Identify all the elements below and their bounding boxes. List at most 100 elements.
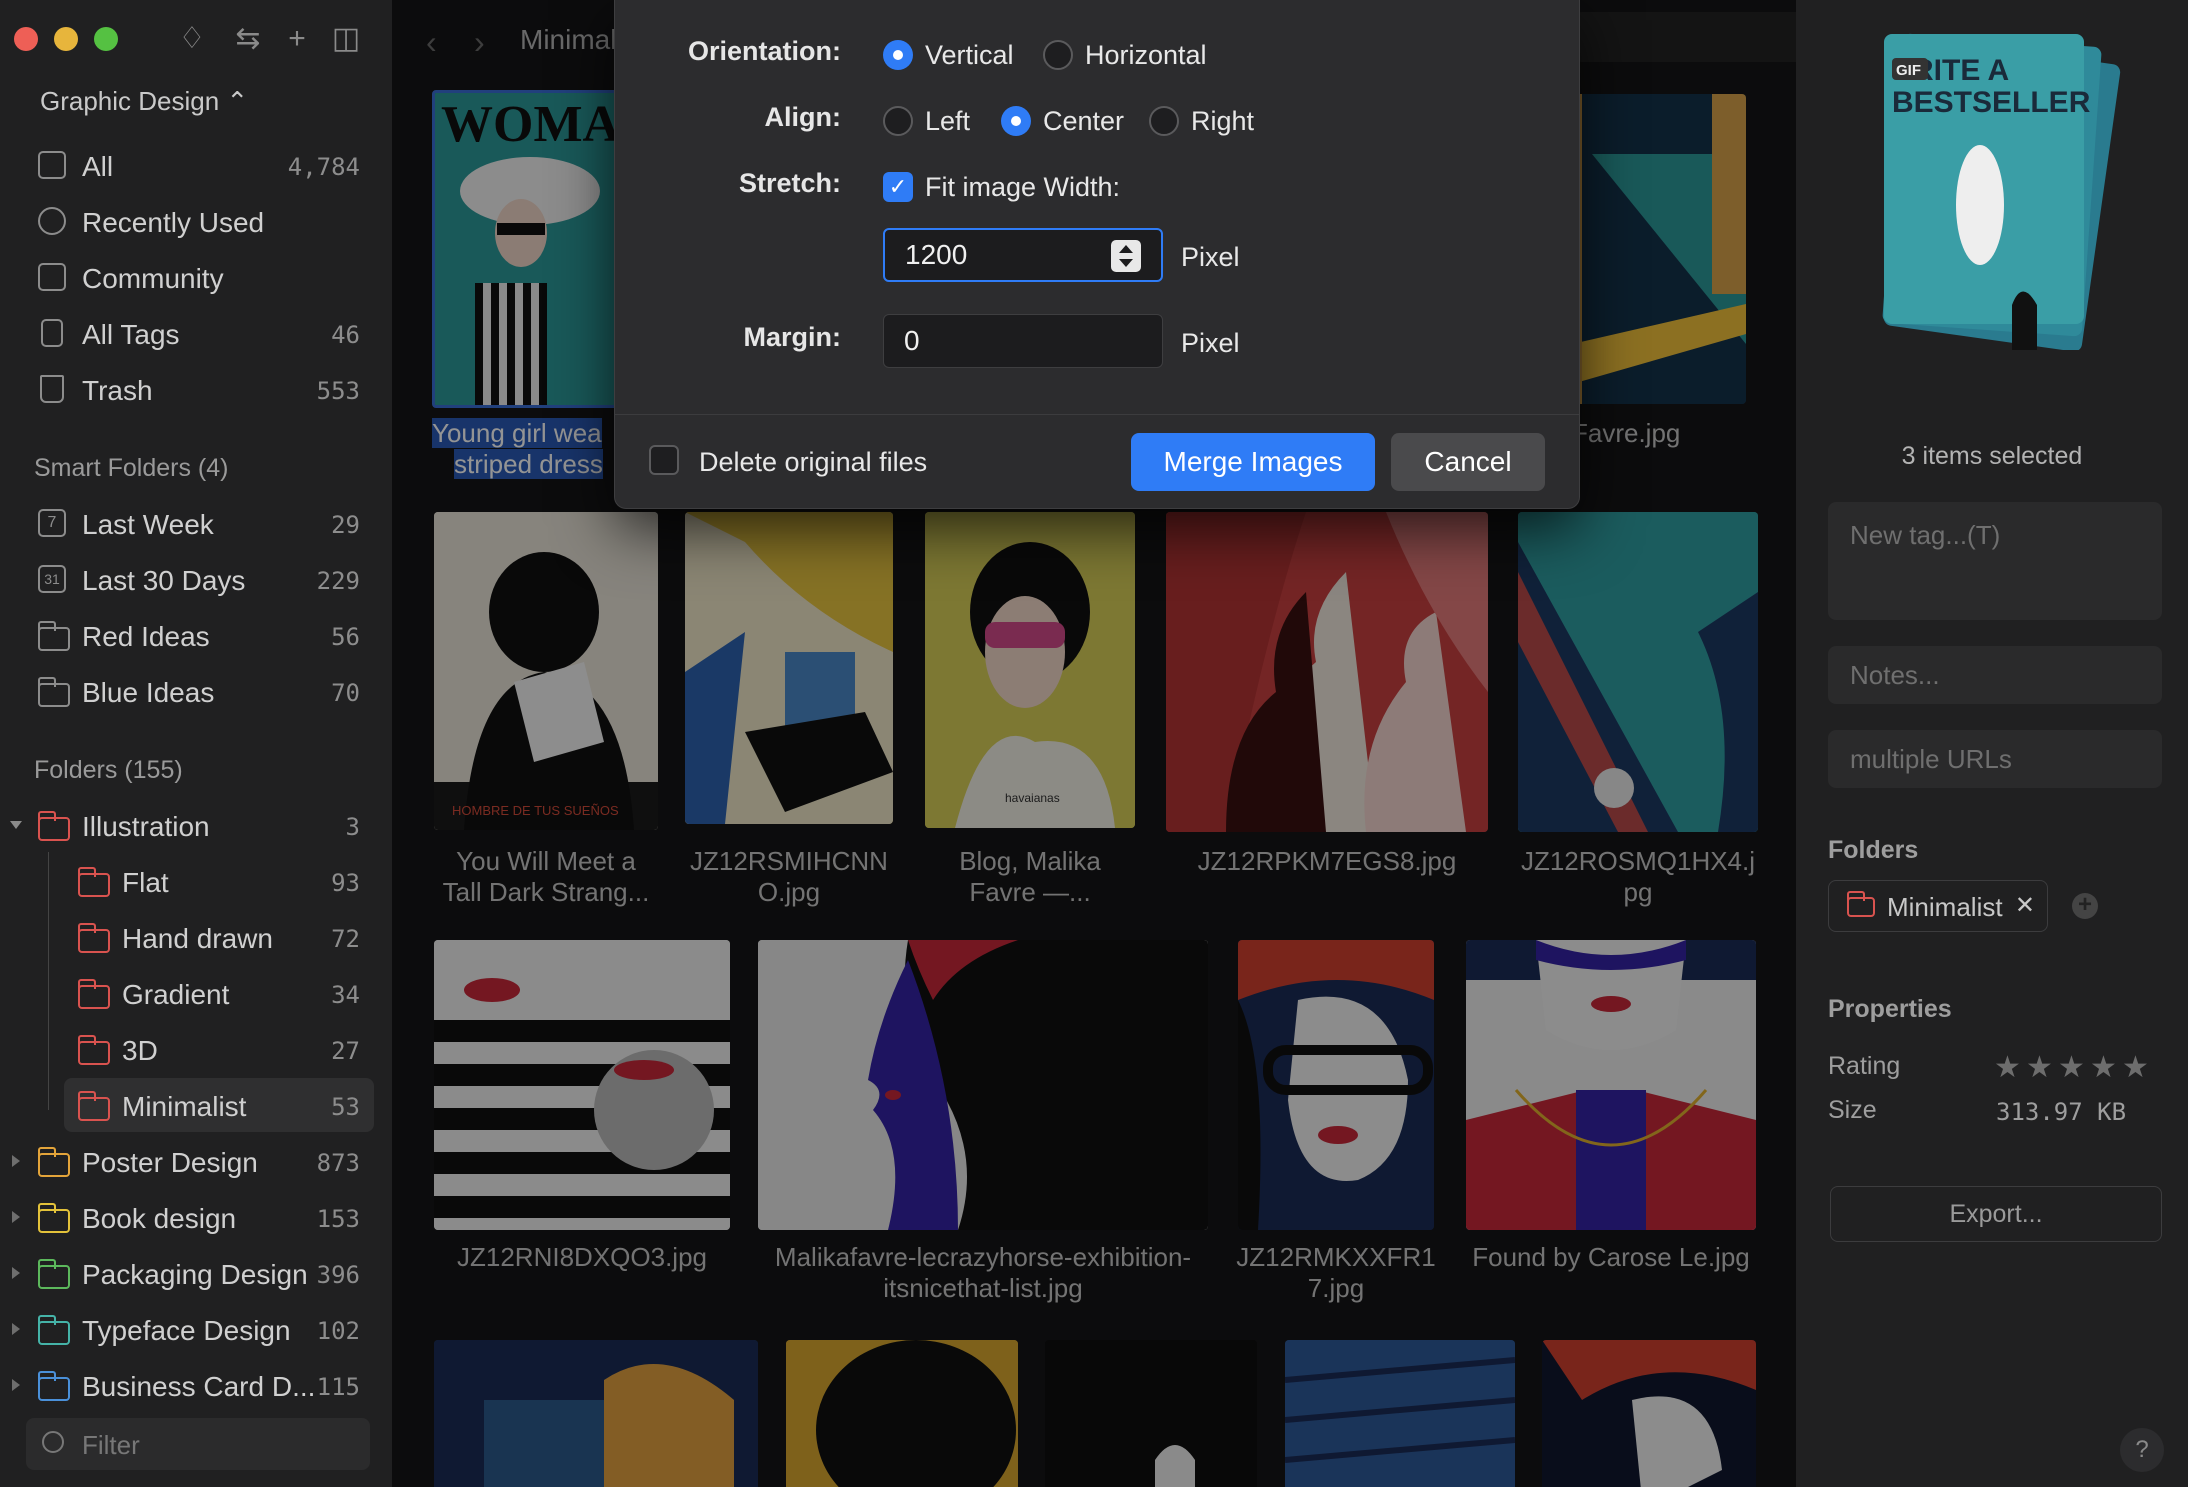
sidebar-item-all-tags[interactable]: All Tags 46 — [0, 307, 380, 359]
minimize-window-button[interactable] — [54, 27, 78, 51]
folder-book-design[interactable]: Book design 153 — [0, 1191, 380, 1243]
thumbnail-jz12rni8dxqo3[interactable] — [434, 940, 730, 1230]
folder-business-card-design[interactable]: Business Card D... 115 — [0, 1359, 380, 1411]
chevron-right-icon[interactable] — [12, 1323, 20, 1335]
smart-folder-icon — [38, 677, 70, 707]
orientation-horizontal-label[interactable]: Horizontal — [1085, 40, 1207, 71]
folder-gradient[interactable]: Gradient 34 — [0, 967, 380, 1019]
poster-art: HOMBRE DE TUS SUEÑOS — [434, 512, 658, 830]
thumbnail-jz12rsmihcnno[interactable] — [685, 512, 893, 824]
remove-folder-icon[interactable]: ✕ — [2015, 891, 2035, 920]
caption-line: Young girl wea — [432, 418, 602, 448]
add-icon[interactable]: + — [280, 22, 314, 56]
sidebar-item-trash[interactable]: Trash 553 — [0, 363, 380, 415]
thumbnail-you-will-meet[interactable]: HOMBRE DE TUS SUEÑOS — [434, 512, 658, 830]
orientation-vertical-label[interactable]: Vertical — [925, 40, 1014, 71]
thumbnail-row3-5[interactable] — [1542, 1340, 1756, 1487]
fit-width-checkbox[interactable]: ✓ — [883, 172, 913, 202]
caption-line: itsnicethat-list.jpg — [883, 1273, 1083, 1303]
thumbnail-row3-4[interactable] — [1285, 1340, 1515, 1487]
smart-folder-last-week[interactable]: 7 Last Week 29 — [0, 497, 380, 549]
tag-input[interactable]: New tag...(T) — [1828, 502, 2162, 620]
delete-originals-label[interactable]: Delete original files — [699, 447, 927, 478]
thumbnail-jz12rosmq1hx4[interactable] — [1518, 512, 1758, 832]
folder-poster-design[interactable]: Poster Design 873 — [0, 1135, 380, 1187]
margin-input[interactable]: 0 — [883, 314, 1163, 368]
chevron-right-icon[interactable] — [12, 1379, 20, 1391]
thumbnail-caption: JZ12RPKM7EGS8.jpg — [1166, 846, 1488, 877]
thumbnail-found-by-carose[interactable] — [1466, 940, 1756, 1230]
align-right-radio[interactable] — [1149, 106, 1179, 136]
sidebar-item-count: 553 — [316, 377, 360, 405]
folder-minimalist[interactable]: Minimalist 53 — [0, 1079, 380, 1131]
fit-width-label[interactable]: Fit image Width: — [925, 172, 1120, 203]
size-label: Size — [1828, 1096, 1877, 1124]
folder-typeface-design[interactable]: Typeface Design 102 — [0, 1303, 380, 1355]
thumbnail-row3-3[interactable] — [1045, 1340, 1257, 1487]
thumbnail-caption: JZ12ROSMQ1HX4.j pg — [1514, 846, 1762, 908]
sidebar-toggle-icon[interactable]: ◫ — [329, 22, 363, 56]
sidebar: ♢ ⇆ + ◫ Graphic Design ⌃ All 4,784 Recen… — [0, 0, 392, 1487]
poster-art — [1572, 94, 1746, 404]
filter-input[interactable]: Filter — [26, 1418, 370, 1470]
star-icon[interactable]: ★ — [2090, 1050, 2117, 1085]
add-folder-icon[interactable]: + — [2072, 893, 2098, 919]
export-button[interactable]: Export... — [1830, 1186, 2162, 1242]
folder-flat[interactable]: Flat 93 — [0, 855, 380, 907]
cancel-button[interactable]: Cancel — [1391, 433, 1545, 491]
search-input[interactable] — [1574, 12, 1796, 62]
forward-icon[interactable]: › — [474, 24, 485, 61]
star-icon[interactable]: ★ — [2122, 1050, 2149, 1085]
folder-3d[interactable]: 3D 27 — [0, 1023, 380, 1075]
zoom-window-button[interactable] — [94, 27, 118, 51]
poster-logo-text: havaianas — [1005, 791, 1060, 805]
align-center-radio[interactable] — [1001, 106, 1031, 136]
smart-folders-header[interactable]: Smart Folders (4) — [34, 454, 228, 483]
library-switcher[interactable]: Graphic Design ⌃ — [40, 86, 248, 117]
chevron-down-icon[interactable] — [10, 821, 22, 829]
folder-chip[interactable]: Minimalist ✕ — [1828, 880, 2048, 932]
align-left-radio[interactable] — [883, 106, 913, 136]
url-input[interactable]: multiple URLs — [1828, 730, 2162, 788]
breadcrumb[interactable]: Minimal — [520, 24, 616, 56]
sidebar-item-recently-used[interactable]: Recently Used — [0, 195, 380, 247]
folder-hand-drawn[interactable]: Hand drawn 72 — [0, 911, 380, 963]
orientation-horizontal-radio[interactable] — [1043, 40, 1073, 70]
align-left-label[interactable]: Left — [925, 106, 970, 137]
help-button[interactable]: ? — [2120, 1428, 2164, 1472]
chevron-right-icon[interactable] — [12, 1211, 20, 1223]
thumbnail-jz12rmkxxfr17[interactable] — [1238, 940, 1434, 1230]
star-icon[interactable]: ★ — [2058, 1050, 2085, 1085]
close-window-button[interactable] — [14, 27, 38, 51]
thumbnail-jz12rpkm7egs8[interactable] — [1166, 512, 1488, 832]
chevron-right-icon[interactable] — [12, 1267, 20, 1279]
merge-images-button[interactable]: Merge Images — [1131, 433, 1375, 491]
back-icon[interactable]: ‹ — [426, 24, 437, 61]
thumbnail-malikafavre-lecrazyhorse[interactable] — [758, 940, 1208, 1230]
align-center-label[interactable]: Center — [1043, 106, 1124, 137]
orientation-vertical-radio[interactable] — [883, 40, 913, 70]
folder-packaging-design[interactable]: Packaging Design 396 — [0, 1247, 380, 1299]
notes-input[interactable]: Notes... — [1828, 646, 2162, 704]
folder-illustration[interactable]: Illustration 3 — [0, 799, 380, 851]
thumbnail-blog-malika[interactable]: havaianas — [925, 512, 1135, 828]
folders-header[interactable]: Folders (155) — [34, 756, 183, 785]
chevron-right-icon[interactable] — [12, 1155, 20, 1167]
star-icon[interactable]: ★ — [1994, 1050, 2021, 1085]
sort-icon[interactable]: ⇆ — [231, 22, 265, 56]
align-right-label[interactable]: Right — [1191, 106, 1254, 137]
sidebar-item-community[interactable]: Community — [0, 251, 380, 303]
thumbnail-row3-2[interactable] — [786, 1340, 1018, 1487]
bell-icon[interactable]: ♢ — [175, 22, 209, 56]
thumbnail-young-girl[interactable]: WOMA — [432, 90, 634, 408]
delete-originals-checkbox[interactable] — [649, 445, 679, 475]
thumbnail-row3-1[interactable] — [434, 1340, 758, 1487]
smart-folder-blue-ideas[interactable]: Blue Ideas 70 — [0, 665, 380, 717]
sidebar-item-all[interactable]: All 4,784 — [0, 139, 380, 191]
thumbnail-favre[interactable] — [1572, 94, 1746, 404]
smart-folder-last-30-days[interactable]: 31 Last 30 Days 229 — [0, 553, 380, 605]
star-icon[interactable]: ★ — [2026, 1050, 2053, 1085]
smart-folder-red-ideas[interactable]: Red Ideas 56 — [0, 609, 380, 661]
width-stepper[interactable] — [1111, 240, 1141, 272]
caption-line: Favre.jpg — [1572, 418, 1681, 448]
